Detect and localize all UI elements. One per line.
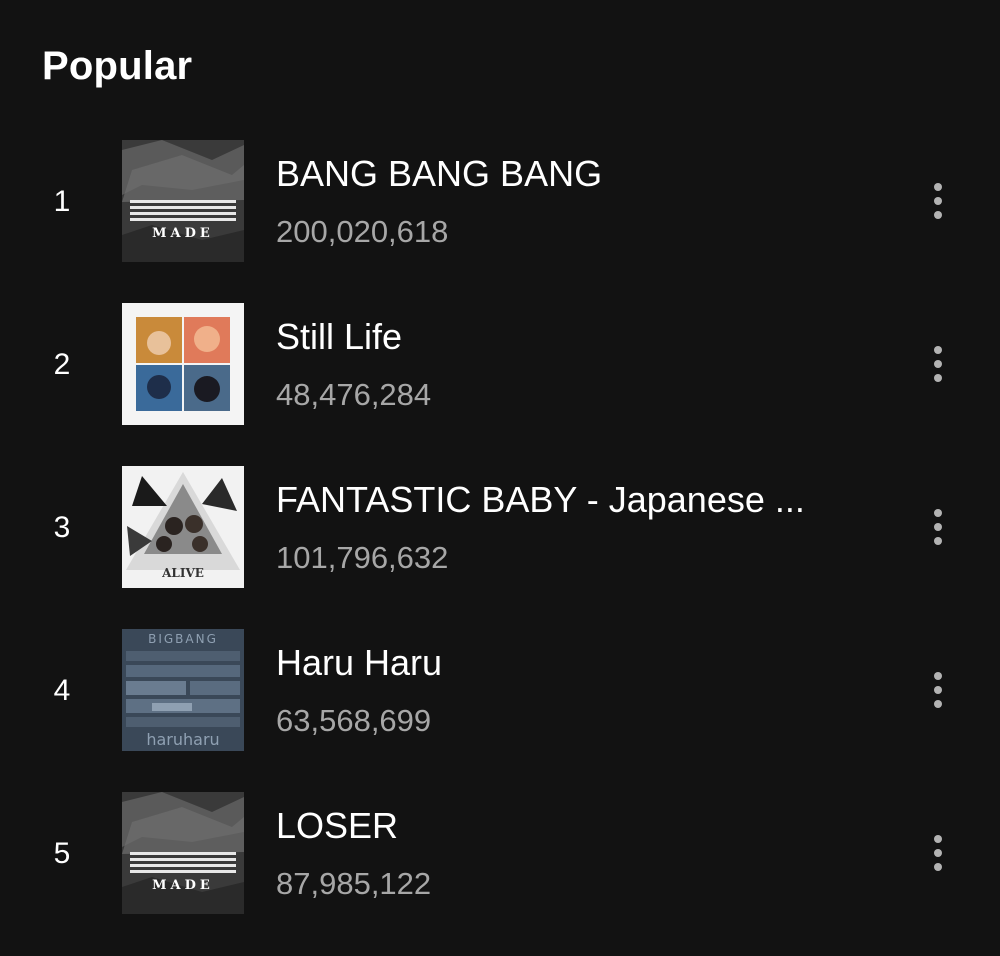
more-vertical-icon[interactable] — [918, 828, 958, 878]
track-title: FANTASTIC BABY - Japanese ... — [276, 479, 805, 520]
album-cover — [122, 303, 244, 425]
section-title: Popular — [42, 44, 193, 88]
svg-text:ALIVE: ALIVE — [161, 566, 204, 580]
more-vertical-icon[interactable] — [918, 176, 958, 226]
popular-tracks-page: Popular 1 MADE BANG BANG BANG 200,020,61… — [0, 0, 1000, 956]
more-vertical-icon[interactable] — [918, 339, 958, 389]
track-row[interactable]: 2 Still Life 48,476,284 — [0, 303, 1000, 466]
track-rank: 2 — [53, 348, 71, 381]
track-title: Still Life — [276, 316, 403, 357]
svg-text:MADE: MADE — [152, 226, 214, 241]
track-play-count: 48,476,284 — [276, 377, 432, 412]
track-title: BANG BANG BANG — [276, 153, 603, 194]
track-title: Haru Haru — [276, 642, 443, 683]
track-rank: 5 — [53, 837, 71, 870]
svg-text:BIGBANG: BIGBANG — [148, 632, 218, 646]
track-rank: 4 — [53, 674, 71, 707]
track-play-count: 63,568,699 — [276, 703, 432, 738]
album-cover: MADE — [122, 140, 244, 262]
track-list: 1 MADE BANG BANG BANG 200,020,618 2 Stil… — [0, 140, 1000, 955]
svg-text:MADE: MADE — [152, 878, 214, 893]
more-vertical-icon[interactable] — [918, 665, 958, 715]
svg-text:haruharu: haruharu — [146, 730, 219, 749]
track-row[interactable]: 4 BIGBANG haruharu Haru Haru 63,568,699 — [0, 629, 1000, 792]
track-row[interactable]: 3 ALIVE FANTASTIC BABY - Japanese ... 10… — [0, 466, 1000, 629]
album-cover: BIGBANG haruharu — [122, 629, 244, 751]
more-vertical-icon[interactable] — [918, 502, 958, 552]
track-rank: 1 — [53, 185, 71, 218]
album-cover: MADE — [122, 792, 244, 914]
track-play-count: 87,985,122 — [276, 866, 432, 901]
track-row[interactable]: 5 MADE LOSER 87,985,122 — [0, 792, 1000, 955]
track-play-count: 101,796,632 — [276, 540, 449, 575]
album-cover: ALIVE — [122, 466, 244, 588]
track-title: LOSER — [276, 805, 399, 846]
track-rank: 3 — [53, 511, 71, 544]
track-play-count: 200,020,618 — [276, 214, 449, 249]
track-row[interactable]: 1 MADE BANG BANG BANG 200,020,618 — [0, 140, 1000, 303]
